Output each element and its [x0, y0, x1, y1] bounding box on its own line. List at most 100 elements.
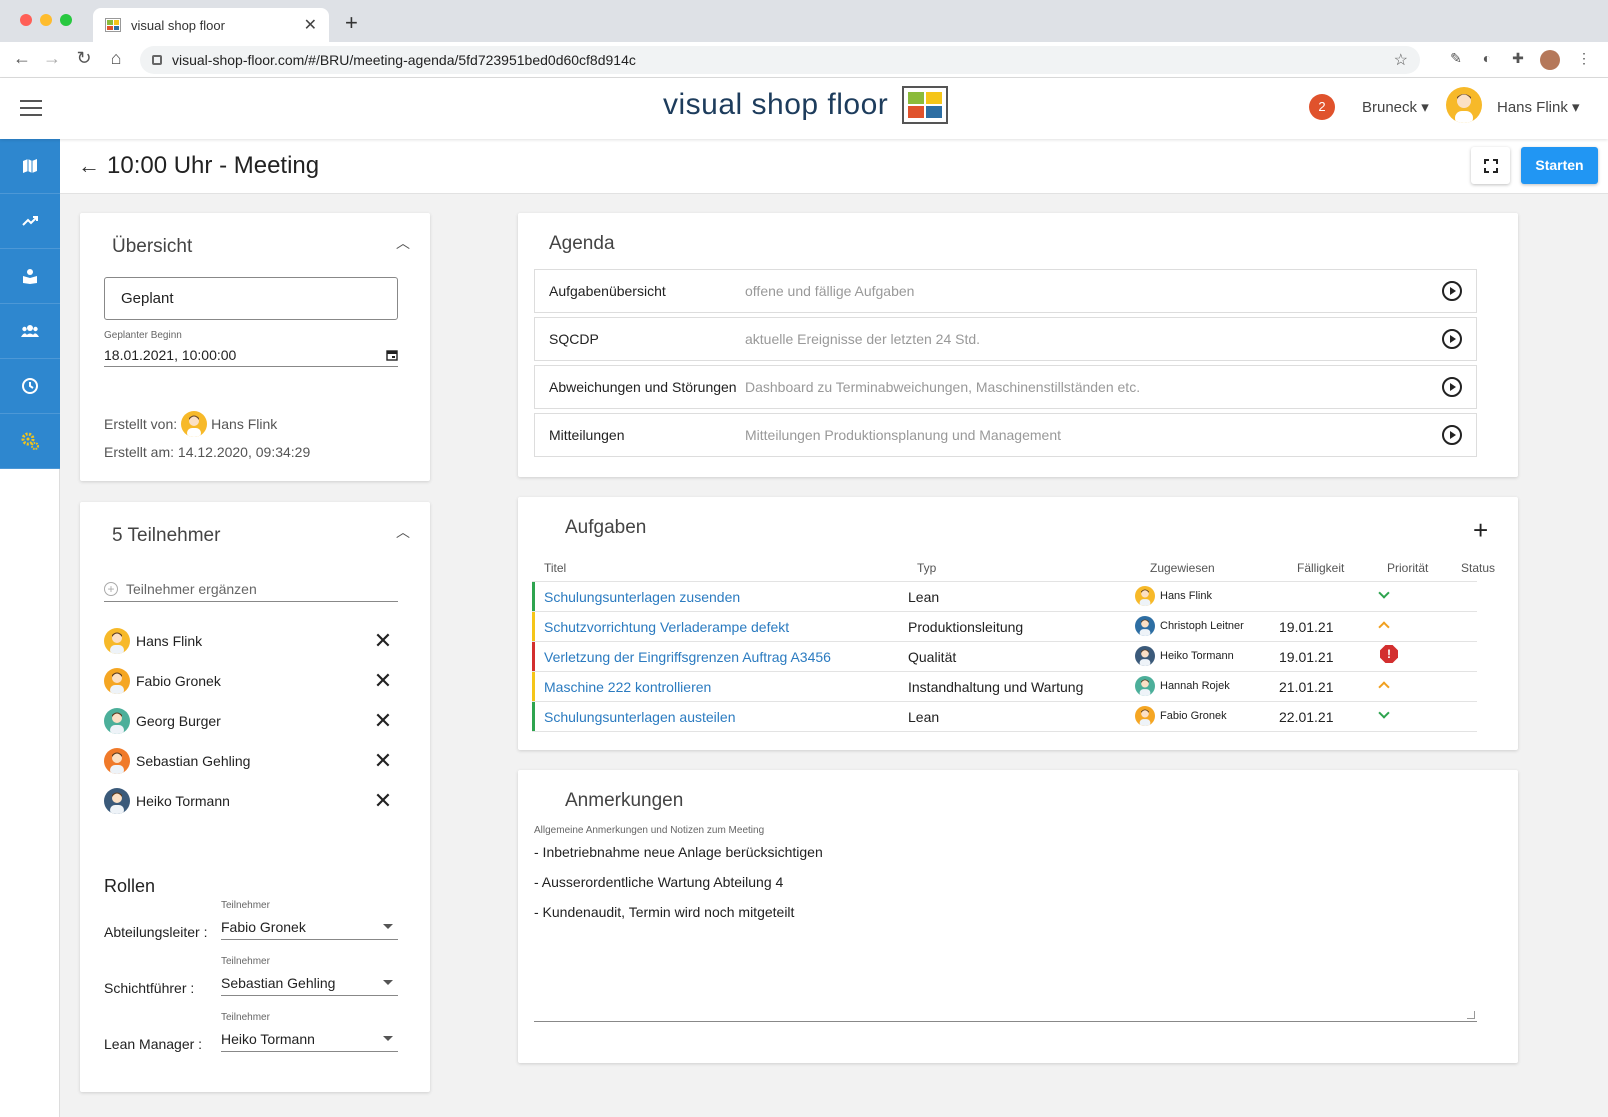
notification-badge[interactable]: 2	[1309, 94, 1335, 120]
sidebar-item-teams[interactable]	[0, 304, 60, 359]
user-menu[interactable]: Hans Flink ▾	[1497, 98, 1580, 116]
task-assignee-name: Hans Flink	[1160, 590, 1212, 602]
play-icon[interactable]	[1442, 377, 1462, 397]
avatar	[104, 708, 130, 734]
extension-circle-icon[interactable]: ◐	[1477, 50, 1497, 70]
col-title[interactable]: Titel	[544, 561, 566, 575]
agenda-item[interactable]: Aufgabenübersicht offene und fällige Aufg…	[534, 269, 1477, 313]
url-text: visual-shop-floor.com/#/BRU/meeting-agen…	[172, 52, 636, 68]
task-type: Lean	[908, 589, 940, 605]
role-select[interactable]: Fabio Gronek	[221, 914, 398, 940]
back-arrow-icon[interactable]: ←	[78, 153, 100, 179]
remove-participant-icon[interactable]: ✕	[368, 748, 398, 774]
back-icon[interactable]: ←	[10, 48, 34, 69]
book-icon	[23, 269, 37, 284]
col-type[interactable]: Typ	[917, 561, 936, 575]
table-row[interactable]: Verletzung der Eingriffsgrenzen Auftrag …	[532, 642, 1477, 672]
close-window-button[interactable]	[20, 14, 32, 26]
task-title-link[interactable]: Schulungsunterlagen zusenden	[544, 589, 740, 605]
collapse-chevron-icon[interactable]: ︿	[396, 233, 410, 253]
task-title-link[interactable]: Maschine 222 kontrollieren	[544, 679, 711, 695]
sidebar	[0, 139, 60, 469]
col-assignee[interactable]: Zugewiesen	[1150, 561, 1215, 575]
task-title-link[interactable]: Verletzung der Eingriffsgrenzen Auftrag …	[544, 649, 831, 665]
page-title-bar: ← 10:00 Uhr - Meeting Starten	[60, 139, 1608, 194]
agenda-item[interactable]: SQCDP aktuelle Ereignisse der letzten 24 …	[534, 317, 1477, 361]
task-assignee-name: Heiko Tormann	[1160, 650, 1234, 662]
task-title-link[interactable]: Schutzvorrichtung Verladerampe defekt	[544, 619, 789, 635]
profile-icon[interactable]	[1540, 50, 1560, 70]
menu-dots-icon[interactable]: ⋮	[1574, 50, 1594, 70]
created-at: Erstellt am: 14.12.2020, 09:34:29	[104, 444, 311, 460]
logo-icon	[902, 86, 949, 124]
remove-participant-icon[interactable]: ✕	[368, 628, 398, 654]
table-row[interactable]: Schulungsunterlagen austeilen Lean Fabio G…	[532, 702, 1477, 732]
remove-participant-icon[interactable]: ✕	[368, 708, 398, 734]
new-tab-button[interactable]: +	[345, 10, 358, 36]
task-title-link[interactable]: Schulungsunterlagen austeilen	[544, 709, 735, 725]
start-button[interactable]: Starten	[1521, 147, 1598, 184]
sidebar-item-meetings[interactable]	[0, 359, 60, 414]
collapse-chevron-icon[interactable]: ︿	[396, 522, 410, 542]
col-status[interactable]: Status	[1461, 561, 1495, 575]
planned-start-label: Geplanter Beginn	[104, 330, 182, 341]
role-select[interactable]: Sebastian Gehling	[221, 970, 398, 996]
forward-icon[interactable]: →	[40, 48, 64, 69]
created-by-name: Hans Flink	[211, 416, 278, 432]
add-task-icon[interactable]: +	[1473, 515, 1488, 546]
agenda-item[interactable]: Mitteilungen Mitteilungen Produktionsplan…	[534, 413, 1477, 457]
notes-textarea[interactable]: - Inbetriebnahme neue Anlage berücksicht…	[534, 844, 1477, 1022]
bookmark-star-icon[interactable]: ☆	[1394, 50, 1408, 70]
dropdown-caret-icon	[383, 980, 393, 985]
avatar	[104, 748, 130, 774]
remove-participant-icon[interactable]: ✕	[368, 668, 398, 694]
sidebar-item-trends[interactable]	[0, 194, 60, 249]
address-bar[interactable]: visual-shop-floor.com/#/BRU/meeting-agen…	[140, 46, 1420, 74]
puzzle-icon[interactable]: ✚	[1508, 50, 1528, 70]
role-select[interactable]: Heiko Tormann	[221, 1026, 398, 1052]
participant-row: Sebastian Gehling ✕	[104, 745, 398, 777]
task-due-date: 19.01.21	[1279, 619, 1334, 635]
table-row[interactable]: Maschine 222 kontrollieren Instandhaltung…	[532, 672, 1477, 702]
reload-icon[interactable]: ↻	[72, 48, 96, 69]
avatar	[1135, 676, 1155, 696]
add-participant-input[interactable]: + Teilnehmer ergänzen	[104, 576, 398, 602]
menu-icon[interactable]	[20, 100, 42, 116]
sidebar-item-map[interactable]	[0, 139, 60, 194]
chevron-down-icon	[1378, 707, 1390, 719]
participants-heading: 5 Teilnehmer	[112, 525, 221, 546]
sidebar-item-learning[interactable]	[0, 249, 60, 304]
agenda-item[interactable]: Abweichungen und Störungen Dashboard zu T…	[534, 365, 1477, 409]
minimize-window-button[interactable]	[40, 14, 52, 26]
task-assignee-name: Hannah Rojek	[1160, 680, 1230, 692]
sidebar-item-settings[interactable]	[0, 414, 60, 469]
play-icon[interactable]	[1442, 281, 1462, 301]
agenda-card: Agenda Aufgabenübersicht offene und fälli…	[518, 213, 1518, 477]
browser-tab[interactable]: visual shop floor ✕	[93, 8, 329, 42]
fullscreen-button[interactable]	[1471, 147, 1510, 184]
status-field[interactable]: Geplant	[104, 277, 398, 320]
role-select-label: Teilnehmer	[221, 900, 270, 911]
avatar	[1135, 706, 1155, 726]
overview-heading: Übersicht	[112, 236, 193, 257]
planned-start-input[interactable]: 18.01.2021, 10:00:00	[104, 343, 398, 367]
eyedropper-icon[interactable]: ✎	[1446, 50, 1466, 70]
col-priority[interactable]: Priorität	[1387, 561, 1428, 575]
remove-participant-icon[interactable]: ✕	[368, 788, 398, 814]
resize-handle-icon[interactable]	[1467, 1011, 1475, 1019]
home-icon[interactable]: ⌂	[104, 48, 128, 69]
role-label: Abteilungsleiter :	[104, 924, 208, 940]
maximize-window-button[interactable]	[60, 14, 72, 26]
play-icon[interactable]	[1442, 329, 1462, 349]
tab-close-icon[interactable]: ✕	[304, 15, 317, 35]
location-dropdown[interactable]: Bruneck ▾	[1362, 98, 1429, 116]
table-row[interactable]: Schutzvorrichtung Verladerampe defekt Pro…	[532, 612, 1477, 642]
play-icon[interactable]	[1442, 425, 1462, 445]
col-due[interactable]: Fälligkeit	[1297, 561, 1344, 575]
agenda-heading: Agenda	[549, 233, 615, 254]
user-avatar[interactable]	[1446, 87, 1482, 123]
table-row[interactable]: Schulungsunterlagen zusenden Lean Hans Fli…	[532, 582, 1477, 612]
browser-toolbar: ← → ↻ ⌂ visual-shop-floor.com/#/BRU/meet…	[0, 42, 1608, 78]
calendar-icon[interactable]	[386, 349, 398, 361]
avatar	[181, 411, 208, 437]
